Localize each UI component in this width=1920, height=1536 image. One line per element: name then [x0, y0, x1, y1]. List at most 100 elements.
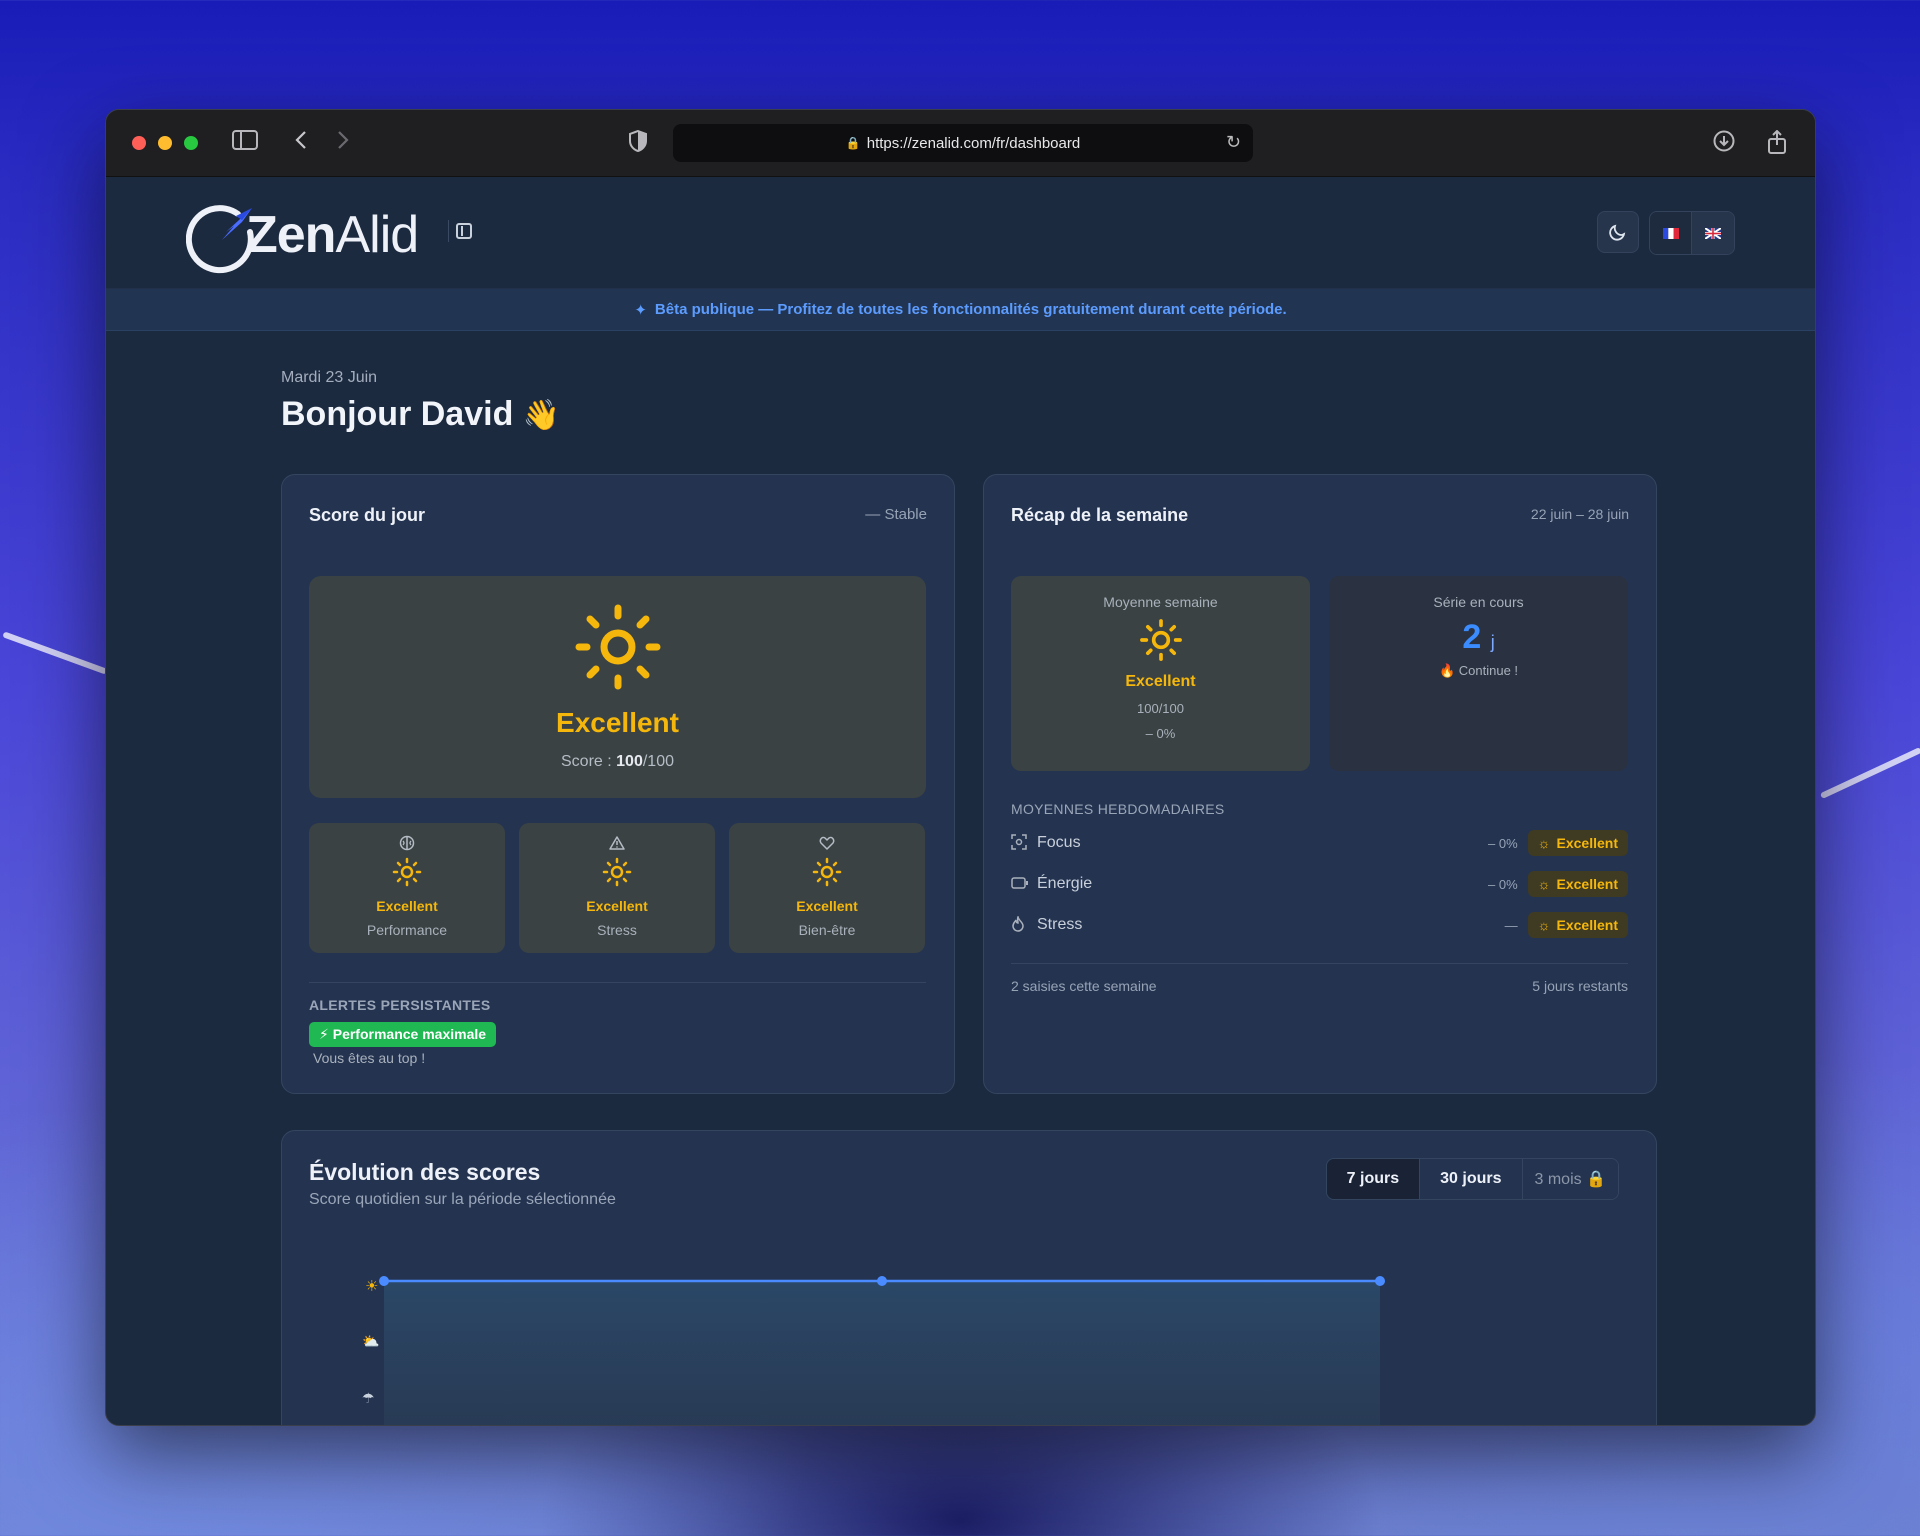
chart-point[interactable] — [877, 1276, 887, 1286]
card-title: Score du jour — [309, 505, 426, 525]
dashboard-main: Mardi 23 Juin Bonjour David 👋 — [106, 331, 1815, 434]
window-controls — [132, 136, 198, 150]
french-flag-icon — [1662, 227, 1679, 239]
week-range: 22 juin – 28 juin — [1530, 506, 1629, 522]
tile-label: Excellent — [1125, 673, 1196, 690]
uk-flag-icon — [1705, 227, 1721, 239]
alerts-caption: ALERTES PERSISTANTES — [309, 997, 491, 1013]
header-actions — [1597, 211, 1735, 255]
streak-note: 🔥 Continue ! — [1438, 663, 1519, 678]
daily-score-value: Score : 100/100 — [561, 753, 674, 770]
section-divider — [309, 982, 926, 983]
header-divider — [448, 220, 449, 242]
days-remaining: 5 jours restants — [1532, 978, 1628, 994]
wave-emoji: 👋 — [522, 399, 561, 432]
weekly-average-tile: Moyenne semaine Excellent 100/100 – 0% — [1011, 576, 1310, 771]
back-arrow-icon[interactable] — [294, 130, 308, 157]
card-title: Récap de la semaine — [1011, 505, 1189, 525]
forward-arrow-icon[interactable] — [336, 130, 350, 157]
daily-score-card: Score du jour — Stable Excellent Score :… — [281, 474, 955, 1094]
chart-point[interactable] — [379, 1276, 389, 1286]
theme-toggle-button[interactable] — [1597, 211, 1639, 253]
flame-icon — [1011, 914, 1037, 935]
weekly-row-stress: Stress — ☼ Excellent — [1011, 910, 1628, 940]
metric-delta: – 0% — [1488, 876, 1518, 892]
alert-badge[interactable]: ⚡ Performance maximale — [309, 1022, 497, 1047]
maximize-window-button[interactable] — [184, 136, 198, 150]
lock-icon: 🔒 — [845, 136, 861, 150]
share-icon[interactable] — [1767, 129, 1787, 161]
stress-tile[interactable]: Excellent Stress — [519, 823, 715, 953]
browser-window: 🔒 https://zenalid.com/fr/dashboard ↻ Zen… — [105, 109, 1816, 1426]
sub-score-tiles: Excellent Performance Excellent Stress E… — [309, 823, 925, 953]
y-level-sun-icon: ☀ — [365, 1277, 378, 1295]
tile-category: Bien-être — [798, 922, 856, 938]
current-date: Mardi 23 Juin — [281, 369, 378, 386]
y-level-sun-cloud-icon: ⛅ — [362, 1334, 379, 1350]
wellbeing-tile[interactable]: Excellent Bien-être — [729, 823, 925, 953]
metric-delta: – 0% — [1488, 835, 1518, 851]
tile-label: Excellent — [796, 898, 858, 914]
privacy-shield-icon[interactable] — [628, 129, 648, 159]
zenalid-logo[interactable]: ZenAlid — [185, 195, 419, 275]
address-bar[interactable]: 🔒 https://zenalid.com/fr/dashboard ↻ — [673, 124, 1253, 162]
tile-category: Stress — [597, 922, 637, 938]
metric-name: Stress — [1037, 916, 1083, 933]
battery-icon — [1011, 876, 1037, 893]
beta-banner-text: Bêta publique — Profitez de toutes les f… — [654, 301, 1287, 318]
greeting-heading: Bonjour David 👋 — [281, 395, 561, 433]
sun-icon — [392, 857, 422, 887]
sun-icon — [812, 857, 842, 887]
warning-icon — [519, 835, 715, 853]
lang-fr-button[interactable] — [1650, 212, 1692, 254]
average-delta: – 0% — [1145, 726, 1176, 741]
logo-mark-icon — [185, 202, 254, 274]
reload-icon[interactable]: ↻ — [1226, 132, 1241, 153]
status-badge: ☼ Excellent — [1527, 830, 1628, 856]
sidebar-icon[interactable] — [232, 130, 258, 157]
sun-icon — [575, 604, 660, 690]
download-icon[interactable] — [1713, 130, 1735, 159]
section-divider — [1011, 963, 1628, 964]
close-window-button[interactable] — [132, 136, 146, 150]
metric-delta: — — [1504, 917, 1518, 933]
logo-text: ZenAlid — [246, 206, 419, 264]
sidebar-toggle-icon[interactable] — [456, 223, 472, 239]
tile-caption: Moyenne semaine — [1103, 594, 1218, 610]
weekly-row-focus: Focus – 0% ☼ Excellent — [1011, 828, 1628, 858]
metric-name: Énergie — [1037, 875, 1093, 892]
daily-score-panel: Excellent Score : 100/100 — [309, 576, 926, 798]
chart-point[interactable] — [1375, 1276, 1385, 1286]
performance-tile[interactable]: Excellent Performance — [309, 823, 505, 953]
browser-toolbar: 🔒 https://zenalid.com/fr/dashboard ↻ — [106, 110, 1815, 177]
status-badge: ☼ Excellent — [1527, 912, 1628, 938]
score-evolution-card: Évolution des scores Score quotidien sur… — [281, 1130, 1657, 1425]
average-score: 100/100 — [1137, 701, 1184, 716]
bolt-icon: ⚡ — [319, 1026, 329, 1042]
beta-banner: ✦ Bêta publique — Profitez de toutes les… — [106, 289, 1815, 331]
score-chart: ☀ ⛅ ☂ — [362, 1276, 1385, 1425]
sun-icon — [602, 857, 632, 887]
daily-score-label: Excellent — [556, 707, 679, 738]
y-level-rain-cloud-icon: ☂ — [362, 1391, 375, 1407]
wallpaper-streak-right — [1819, 747, 1920, 799]
wallpaper-streak-left — [2, 631, 108, 675]
sun-icon — [1139, 619, 1182, 661]
streak-tile: Série en cours 2 j 🔥 Continue ! — [1329, 576, 1628, 771]
moon-icon — [1609, 224, 1626, 241]
weekly-recap-card: Récap de la semaine 22 juin – 28 juin Mo… — [983, 474, 1657, 1094]
sun-icon: ☼ — [1537, 835, 1551, 851]
status-badge: ☼ Excellent — [1527, 871, 1628, 897]
language-switcher — [1649, 211, 1735, 255]
minimize-window-button[interactable] — [158, 136, 172, 150]
url-text: https://zenalid.com/fr/dashboard — [866, 134, 1081, 152]
lang-en-button[interactable] — [1692, 212, 1734, 254]
trend-indicator: — Stable — [865, 506, 927, 523]
dash-icon: — — [865, 506, 881, 523]
sun-icon: ☼ — [1537, 876, 1551, 892]
heart-icon — [729, 835, 925, 853]
entries-count: 2 saisies cette semaine — [1011, 978, 1157, 994]
chart-area — [384, 1281, 1380, 1425]
alert-description: Vous êtes au top ! — [313, 1050, 426, 1066]
recap-footer: 2 saisies cette semaine 5 jours restants — [1011, 978, 1628, 994]
